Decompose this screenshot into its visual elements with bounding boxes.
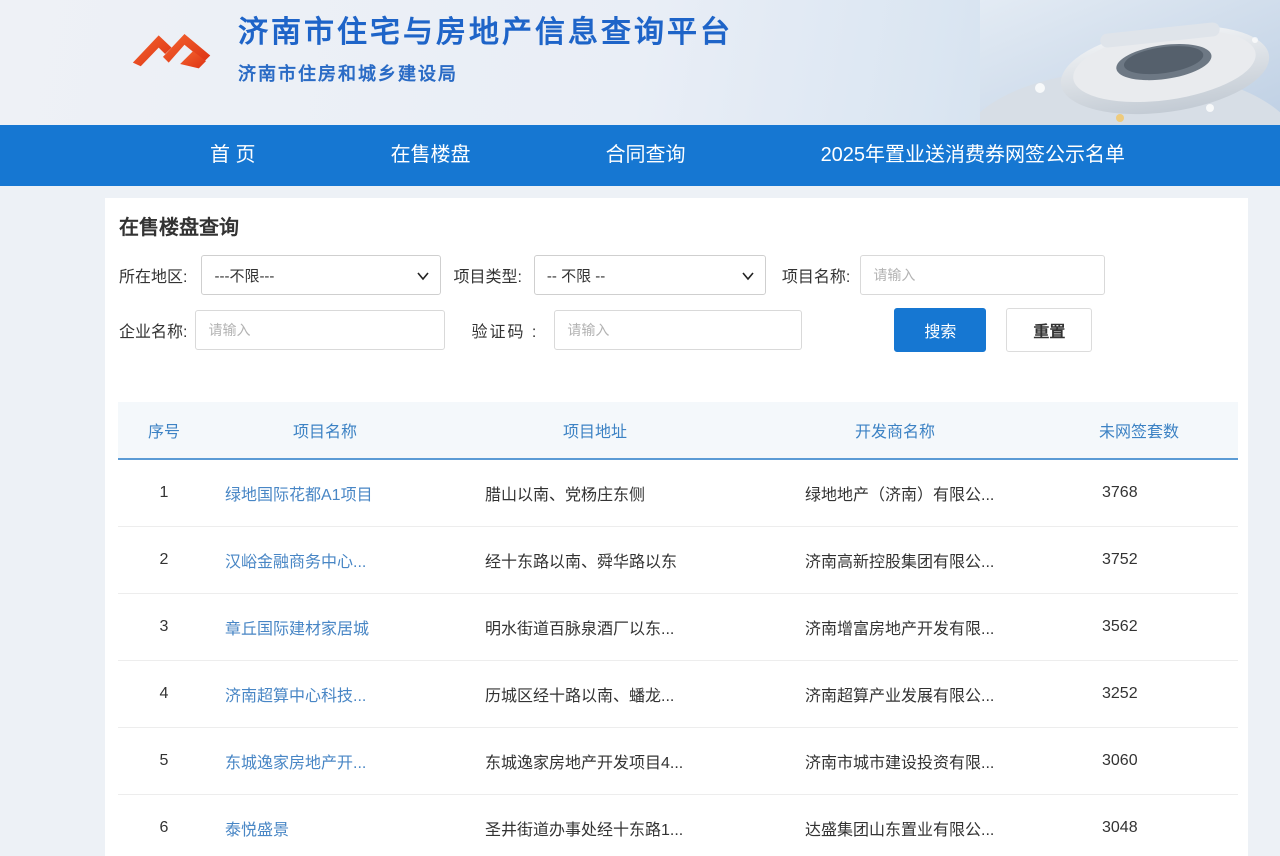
chevron-down-icon — [742, 272, 754, 281]
row-unsigned-count: 3752 — [1102, 550, 1138, 568]
main-nav: 首 页 在售楼盘 合同查询 2025年置业送消费券网签公示名单 — [0, 125, 1280, 186]
table-row: 5 东城逸家房地产开... 东城逸家房地产开发项目4... 济南市城市建设投资有… — [118, 727, 1238, 794]
project-link[interactable]: 泰悦盛景 — [225, 822, 289, 839]
brand-block: 济南市住宅与房地产信息查询平台 济南市住房和城乡建设局 — [130, 14, 733, 86]
row-developer: 济南市城市建设投资有限... — [805, 754, 995, 772]
stadium-photo — [980, 0, 1280, 125]
nav-item-contract-query[interactable]: 合同查询 — [606, 125, 686, 186]
results-table-header: 序号 项目名称 项目地址 开发商名称 未网签套数 — [118, 402, 1238, 460]
row-unsigned-count: 3562 — [1102, 617, 1138, 635]
row-developer: 济南超算产业发展有限公... — [805, 687, 995, 705]
col-header-developer: 开发商名称 — [750, 402, 1040, 460]
region-select-value: ---不限--- — [214, 267, 275, 285]
row-developer: 绿地地产（济南）有限公... — [805, 486, 995, 504]
captcha-input[interactable] — [554, 310, 803, 350]
table-row: 1 绿地国际花都A1项目 腊山以南、党杨庄东侧 绿地地产（济南）有限公... 3… — [118, 459, 1238, 526]
captcha-label: 验证码 : — [471, 324, 539, 341]
search-button[interactable]: 搜索 — [894, 308, 987, 352]
row-developer: 济南增富房地产开发有限... — [805, 620, 995, 638]
row-address: 东城逸家房地产开发项目4... — [485, 754, 684, 772]
region-select[interactable]: ---不限--- — [201, 255, 442, 295]
col-header-seq: 序号 — [118, 402, 210, 460]
row-unsigned-count: 3048 — [1102, 818, 1138, 836]
region-label: 所在地区: — [119, 269, 188, 286]
row-seq: 3 — [159, 617, 169, 635]
type-label: 项目类型: — [453, 269, 522, 286]
row-unsigned-count: 3768 — [1102, 483, 1138, 501]
col-header-address: 项目地址 — [440, 402, 750, 460]
type-select-value: -- 不限 -- — [546, 267, 606, 285]
row-seq: 6 — [159, 818, 169, 836]
project-link[interactable]: 绿地国际花都A1项目 — [225, 487, 373, 504]
row-developer: 济南高新控股集团有限公... — [805, 553, 995, 571]
col-header-project-name: 项目名称 — [210, 402, 440, 460]
row-address: 圣井街道办事处经十东路1... — [485, 821, 684, 839]
company-name-input[interactable] — [195, 310, 446, 350]
row-unsigned-count: 3252 — [1102, 684, 1138, 702]
filter-row-1: 所在地区: ---不限--- 项目类型: -- 不限 -- 项目名称: — [119, 255, 1248, 295]
project-link[interactable]: 东城逸家房地产开... — [225, 755, 366, 772]
row-seq: 4 — [159, 684, 169, 702]
table-row: 3 章丘国际建材家居城 明水街道百脉泉酒厂以东... 济南增富房地产开发有限..… — [118, 593, 1238, 660]
table-row: 2 汉峪金融商务中心... 经十东路以南、舜华路以东 济南高新控股集团有限公..… — [118, 526, 1238, 593]
filter-row-2: 企业名称: 验证码 : 搜索 重置 — [119, 308, 1248, 352]
reset-button[interactable]: 重置 — [1006, 308, 1093, 352]
brand-text: 济南市住宅与房地产信息查询平台 济南市住房和城乡建设局 — [238, 14, 733, 86]
company-name-label: 企业名称: — [119, 324, 188, 341]
page-header: 济南市住宅与房地产信息查询平台 济南市住房和城乡建设局 — [0, 0, 1280, 125]
content-panel: 在售楼盘查询 所在地区: ---不限--- 项目类型: -- 不限 -- 项目名… — [105, 198, 1248, 856]
row-seq: 1 — [159, 483, 169, 501]
site-title: 济南市住宅与房地产信息查询平台 — [238, 16, 733, 49]
row-developer: 达盛集团山东置业有限公... — [805, 821, 995, 839]
table-row: 4 济南超算中心科技... 历城区经十路以南、蟠龙... 济南超算产业发展有限公… — [118, 660, 1238, 727]
project-link[interactable]: 汉峪金融商务中心... — [225, 554, 366, 571]
type-select[interactable]: -- 不限 -- — [533, 255, 766, 295]
row-seq: 5 — [159, 751, 169, 769]
project-name-label: 项目名称: — [781, 269, 851, 286]
row-unsigned-count: 3060 — [1102, 751, 1138, 769]
row-address: 腊山以南、党杨庄东侧 — [485, 486, 646, 504]
nav-item-coupon-list[interactable]: 2025年置业送消费券网签公示名单 — [821, 125, 1126, 186]
nav-item-home[interactable]: 首 页 — [210, 125, 256, 186]
row-address: 明水街道百脉泉酒厂以东... — [485, 620, 675, 638]
results-table: 序号 项目名称 项目地址 开发商名称 未网签套数 1 绿地国际花都A1项目 腊山… — [118, 402, 1238, 856]
page-title: 在售楼盘查询 — [119, 217, 239, 239]
row-address: 经十东路以南、舜华路以东 — [485, 553, 678, 571]
chevron-down-icon — [417, 272, 430, 281]
row-seq: 2 — [159, 550, 169, 568]
nav-item-onsale[interactable]: 在售楼盘 — [391, 125, 471, 186]
site-subtitle: 济南市住房和城乡建设局 — [238, 63, 458, 84]
col-header-unsigned-count: 未网签套数 — [1040, 402, 1238, 460]
project-link[interactable]: 章丘国际建材家居城 — [225, 621, 369, 638]
roof-logo-icon — [132, 33, 211, 69]
row-address: 历城区经十路以南、蟠龙... — [485, 687, 675, 705]
table-row: 6 泰悦盛景 圣井街道办事处经十东路1... 达盛集团山东置业有限公... 30… — [118, 794, 1238, 856]
project-link[interactable]: 济南超算中心科技... — [225, 688, 366, 705]
project-name-input[interactable] — [860, 255, 1106, 295]
